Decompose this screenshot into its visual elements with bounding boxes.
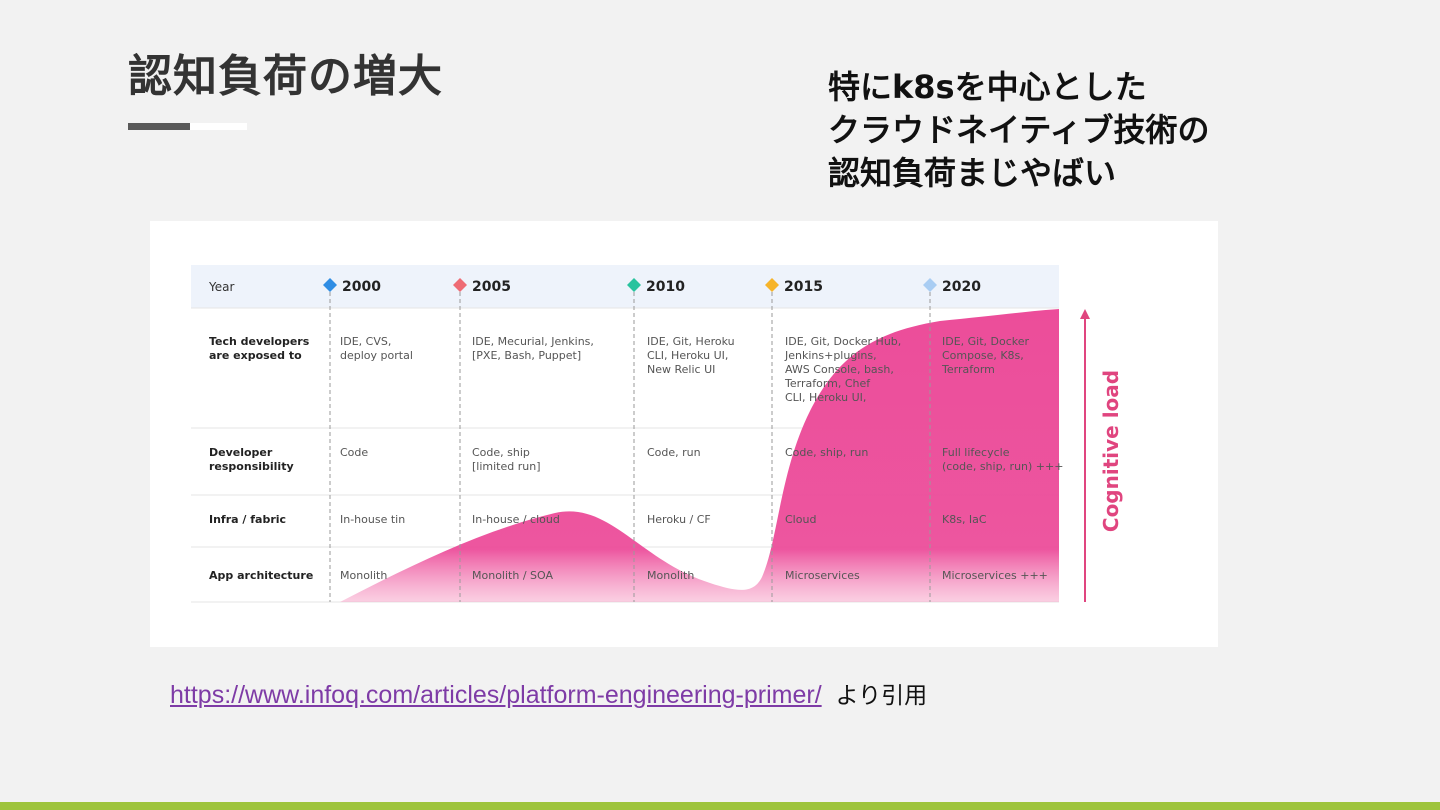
table-cell: (code, ship, run) +++ xyxy=(942,460,1063,473)
table-cell: IDE, Git, Docker xyxy=(942,335,1030,348)
table-cell: In-house tin xyxy=(340,513,405,526)
row-label: Infra / fabric xyxy=(209,513,286,526)
citation-suffix: より引用 xyxy=(835,683,928,709)
row-label: Developer xyxy=(209,446,273,459)
row-label: responsibility xyxy=(209,460,294,473)
table-cell: Code, ship xyxy=(472,446,530,459)
table-cell: IDE, Git, Docker Hub, xyxy=(785,335,901,348)
table-cell: Compose, K8s, xyxy=(942,349,1024,362)
table-cell: Code, run xyxy=(647,446,701,459)
table-cell: Cloud xyxy=(785,513,816,526)
table-cell: CLI, Heroku UI, xyxy=(785,391,866,404)
table-cell: Jenkins+plugins, xyxy=(784,349,877,362)
table-cell: IDE, Git, Heroku xyxy=(647,335,735,348)
callout-line: 特にk8sを中心とした xyxy=(828,68,1147,106)
table-cell: Full lifecycle xyxy=(942,446,1010,459)
row-label: App architecture xyxy=(209,569,313,582)
table-cell: Monolith xyxy=(340,569,387,582)
citation: https://www.infoq.com/articles/platform-… xyxy=(170,676,927,710)
table-cell: Terraform, Chef xyxy=(784,377,871,390)
table-cell: Code xyxy=(340,446,368,459)
year-label: 2015 xyxy=(784,279,823,295)
source-link[interactable]: https://www.infoq.com/articles/platform-… xyxy=(170,681,822,709)
axis-label: Cognitive load xyxy=(1099,370,1123,532)
callout-line: クラウドネイティブ技術の xyxy=(828,111,1210,149)
year-label: 2020 xyxy=(942,279,981,295)
title-underline-accent xyxy=(190,123,247,130)
table-cell: Monolith / SOA xyxy=(472,569,553,582)
table-cell: [limited run] xyxy=(472,460,541,473)
year-label: 2010 xyxy=(646,279,685,295)
table-cell: Heroku / CF xyxy=(647,513,711,526)
cognitive-load-figure: Year 2000 2005 2010 2015 2020 Tech developers a… xyxy=(150,221,1218,647)
year-label: 2000 xyxy=(342,279,381,295)
row-label: Tech developers xyxy=(209,335,310,348)
table-cell: Monolith xyxy=(647,569,694,582)
callout-text: 特にk8sを中心とした クラウドネイティブ技術の 認知負荷まじやばい xyxy=(828,66,1388,195)
header-year-label: Year xyxy=(208,280,234,294)
slide-title: 認知負荷の増大 xyxy=(128,51,443,102)
accent-bar xyxy=(0,802,1440,810)
table-cell: Microservices +++ xyxy=(942,569,1048,582)
table-cell: CLI, Heroku UI, xyxy=(647,349,728,362)
table-cell: deploy portal xyxy=(340,349,413,362)
table-cell: Microservices xyxy=(785,569,860,582)
axis-arrow-icon xyxy=(1080,309,1090,319)
title-underline xyxy=(128,123,190,130)
table-cell: IDE, Mecurial, Jenkins, xyxy=(472,335,594,348)
table-cell: [PXE, Bash, Puppet] xyxy=(472,349,581,362)
row-label: are exposed to xyxy=(209,349,302,362)
table-cell: IDE, CVS, xyxy=(340,335,391,348)
table-cell: New Relic UI xyxy=(647,363,715,376)
table-cell: In-house / cloud xyxy=(472,513,560,526)
callout-line: 認知負荷まじやばい xyxy=(828,154,1117,192)
cognitive-load-diagram: Year 2000 2005 2010 2015 2020 Tech developersa… xyxy=(191,265,1123,603)
table-cell: Code, ship, run xyxy=(785,446,868,459)
table-cell: AWS Console, bash, xyxy=(785,363,894,376)
table-cell: Terraform xyxy=(941,363,995,376)
table-cell: K8s, IaC xyxy=(942,513,987,526)
year-label: 2005 xyxy=(472,279,511,295)
